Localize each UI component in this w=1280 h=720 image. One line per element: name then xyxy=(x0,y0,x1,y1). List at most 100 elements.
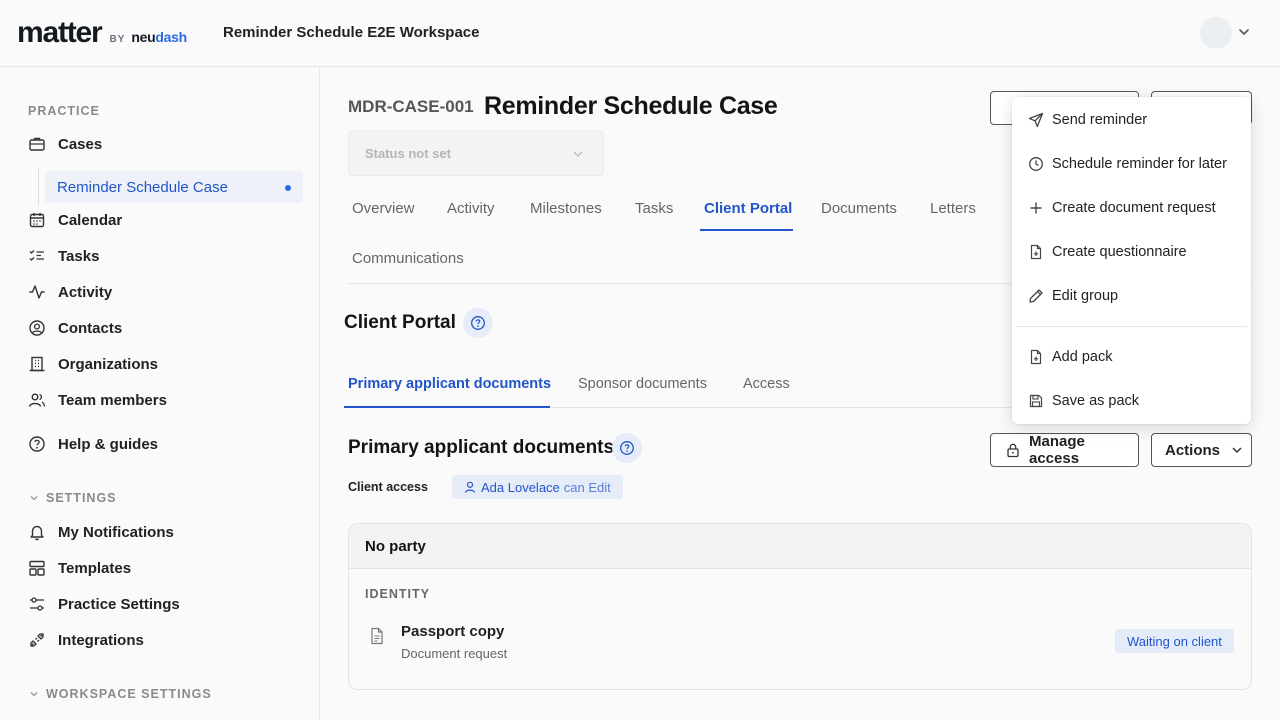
menu-item-label: Create questionnaire xyxy=(1052,244,1187,260)
save-icon xyxy=(1028,393,1044,409)
menu-item-schedule-reminder[interactable]: Schedule reminder for later xyxy=(1012,146,1251,182)
tab-letters[interactable]: Letters xyxy=(930,200,976,217)
bell-icon xyxy=(28,523,46,541)
pencil-icon xyxy=(1028,288,1044,304)
menu-item-label: Schedule reminder for later xyxy=(1052,156,1227,172)
briefcase-icon xyxy=(28,135,46,153)
help-icon[interactable] xyxy=(463,308,493,338)
tab-tasks[interactable]: Tasks xyxy=(635,200,673,217)
case-id: MDR-CASE-001 xyxy=(348,97,474,116)
access-user-name: Ada Lovelace xyxy=(481,479,560,495)
sidebar-item-calendar[interactable]: Calendar xyxy=(28,206,122,234)
documents-card: No party IDENTITY Passport copy Document… xyxy=(348,523,1252,690)
subtab-access[interactable]: Access xyxy=(743,376,790,392)
sidebar-item-activity[interactable]: Activity xyxy=(28,278,112,306)
tab-milestones[interactable]: Milestones xyxy=(530,200,602,217)
status-badge: Waiting on client xyxy=(1115,629,1234,653)
chevron-down-icon xyxy=(571,147,585,161)
card-party-header: No party xyxy=(349,524,1251,569)
sidebar-item-label: Calendar xyxy=(58,211,123,229)
menu-item-add-pack[interactable]: Add pack xyxy=(1012,339,1251,375)
access-chip[interactable]: Ada Lovelace can Edit xyxy=(452,475,623,499)
lock-icon xyxy=(1005,442,1021,458)
chevron-down-icon xyxy=(30,692,38,697)
chevron-down-icon[interactable] xyxy=(1237,25,1251,39)
sidebar-item-label: Help & guides xyxy=(58,435,159,453)
sidebar: PRACTICE Cases Reminder Schedule Case Ca… xyxy=(0,67,320,720)
integrations-icon xyxy=(28,631,46,649)
menu-item-label: Create document request xyxy=(1052,200,1216,216)
tab-documents[interactable]: Documents xyxy=(821,200,897,217)
team-icon xyxy=(28,391,46,409)
sidebar-tree-line xyxy=(38,169,39,205)
subtab-sponsor[interactable]: Sponsor documents xyxy=(578,376,707,392)
workspace-settings-section-toggle[interactable]: WORKSPACE SETTINGS xyxy=(28,687,212,701)
templates-icon xyxy=(28,559,46,577)
user-icon xyxy=(463,480,477,494)
avatar[interactable] xyxy=(1200,17,1232,49)
menu-item-send-reminder[interactable]: Send reminder xyxy=(1012,102,1251,138)
sidebar-item-practice-settings[interactable]: Practice Settings xyxy=(28,590,180,618)
menu-item-label: Save as pack xyxy=(1052,393,1140,409)
sidebar-item-label: My Notifications xyxy=(58,523,174,541)
workspace-settings-section-label: WORKSPACE SETTINGS xyxy=(46,687,212,701)
workspace-name[interactable]: Reminder Schedule E2E Workspace xyxy=(223,24,480,41)
menu-divider xyxy=(1016,326,1247,327)
help-icon[interactable] xyxy=(612,433,642,463)
group-label: IDENTITY xyxy=(365,587,430,601)
page-title: Reminder Schedule Case xyxy=(484,92,778,120)
logo[interactable]: matter BY neu dash xyxy=(17,16,187,50)
sidebar-item-label: Team members xyxy=(58,391,167,409)
tab-overview[interactable]: Overview xyxy=(352,200,415,217)
organizations-icon xyxy=(28,355,46,373)
sidebar-item-my-notifications[interactable]: My Notifications xyxy=(28,518,174,546)
menu-item-label: Add pack xyxy=(1052,349,1113,365)
status-select[interactable]: Status not set xyxy=(348,130,604,176)
tab-activity[interactable]: Activity xyxy=(447,200,495,217)
client-access-label: Client access xyxy=(348,480,428,494)
tab-client-portal[interactable]: Client Portal xyxy=(704,200,792,217)
file-plus-icon xyxy=(1028,244,1044,260)
sidebar-item-cases[interactable]: Cases xyxy=(28,130,102,158)
logo-by: BY xyxy=(109,34,126,45)
send-icon xyxy=(1028,112,1044,128)
sidebar-item-team-members[interactable]: Team members xyxy=(28,386,167,414)
sidebar-item-label: Contacts xyxy=(58,319,123,337)
document-name[interactable]: Passport copy xyxy=(401,623,504,640)
calendar-icon xyxy=(28,211,46,229)
sidebar-item-active-case[interactable]: Reminder Schedule Case xyxy=(45,171,303,203)
menu-item-label: Send reminder xyxy=(1052,112,1148,128)
section-title: Primary applicant documents xyxy=(348,437,615,458)
sidebar-item-label: Practice Settings xyxy=(58,595,180,613)
actions-button[interactable]: Actions xyxy=(1151,433,1252,467)
tab-communications[interactable]: Communications xyxy=(352,250,464,267)
actions-label: Actions xyxy=(1165,441,1221,459)
menu-item-edit-group[interactable]: Edit group xyxy=(1012,278,1251,314)
menu-item-create-document-request[interactable]: Create document request xyxy=(1012,190,1251,226)
sidebar-item-label: Cases xyxy=(58,135,103,153)
settings-section-toggle[interactable]: SETTINGS xyxy=(28,491,117,505)
manage-access-button[interactable]: Manage access xyxy=(990,433,1139,467)
sidebar-item-help[interactable]: Help & guides xyxy=(28,430,158,458)
access-permission: can Edit xyxy=(563,479,611,495)
menu-item-label: Edit group xyxy=(1052,288,1119,304)
file-plus-icon xyxy=(1028,349,1044,365)
sidebar-item-label: Tasks xyxy=(58,247,100,265)
actions-menu: Send reminder Schedule reminder for late… xyxy=(1012,97,1251,424)
sidebar-item-templates[interactable]: Templates xyxy=(28,554,131,582)
menu-item-create-questionnaire[interactable]: Create questionnaire xyxy=(1012,234,1251,270)
document-icon xyxy=(369,627,385,645)
chevron-down-icon xyxy=(30,496,38,501)
sidebar-item-tasks[interactable]: Tasks xyxy=(28,242,99,270)
tasks-icon xyxy=(28,247,46,265)
logo-neu: neu xyxy=(131,29,156,45)
active-subtab-indicator xyxy=(344,406,550,408)
subtab-primary-applicant[interactable]: Primary applicant documents xyxy=(348,376,551,392)
chevron-down-icon xyxy=(1230,443,1244,457)
sidebar-item-organizations[interactable]: Organizations xyxy=(28,350,158,378)
menu-item-save-as-pack[interactable]: Save as pack xyxy=(1012,383,1251,419)
sidebar-item-contacts[interactable]: Contacts xyxy=(28,314,122,342)
logo-matter: matter xyxy=(17,16,103,49)
document-type: Document request xyxy=(401,646,508,661)
sidebar-item-integrations[interactable]: Integrations xyxy=(28,626,144,654)
